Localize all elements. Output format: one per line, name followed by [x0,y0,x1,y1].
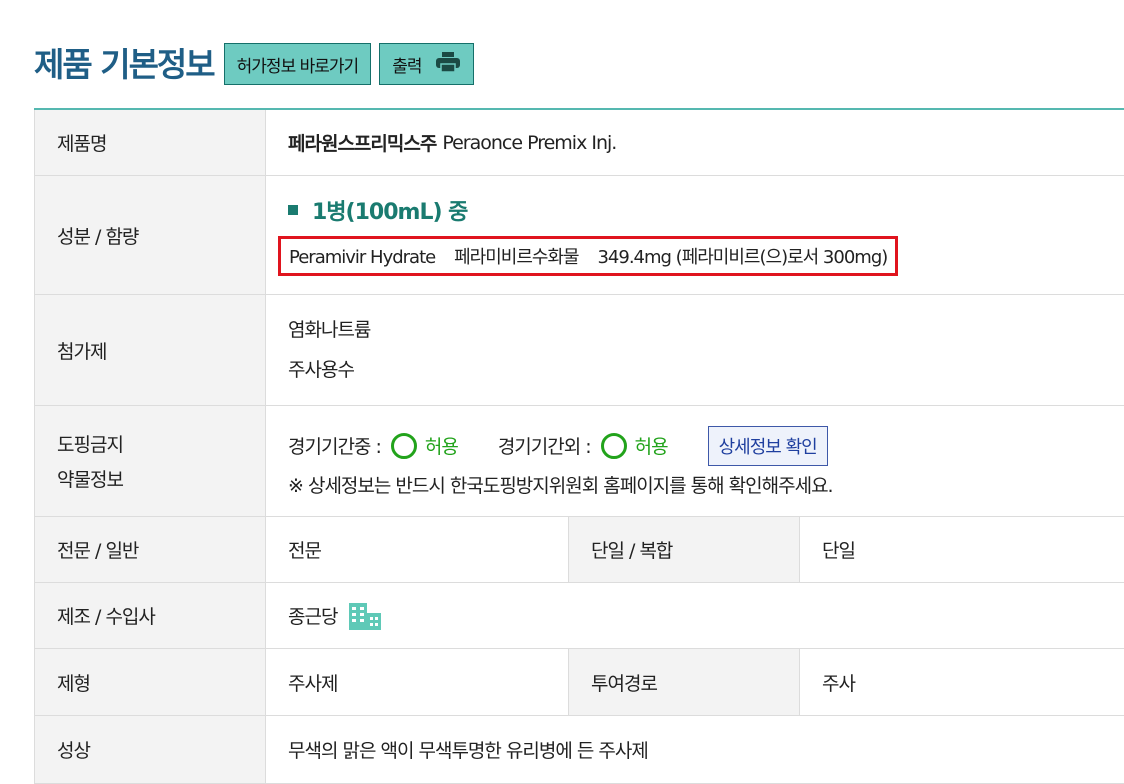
composition-label: 단일 / 복합 [568,517,800,582]
row-label: 제형 [34,649,266,715]
ingredient-cell: 1병(100mL) 중 Peramivir Hydrate 페라미비르수화물 3… [266,176,1124,294]
row-label: 첨가제 [34,295,266,405]
doping-detail-button[interactable]: 상세정보 확인 [707,425,828,466]
product-name-ko: 페라원스프리믹스주 [288,133,437,155]
additive-item: 주사용수 [288,359,355,381]
row-label: 제품명 [34,110,266,175]
doping-label-line2: 약물정보 [57,469,124,491]
table-row: 도핑금지 약물정보 경기기간중 : 허용 경기기간외 : 허용 상세정보 확인 … [34,406,1124,517]
table-row: 제형 주사제 투여경로 주사 [34,649,1124,716]
product-info-table: 제품명 페라원스프리믹스주 Peraonce Premix Inj. 성분 / … [34,108,1124,784]
ingredient-detail: Peramivir Hydrate 페라미비르수화물 349.4mg (페라미비… [278,236,899,276]
doping-status: 경기기간중 : 허용 경기기간외 : 허용 상세정보 확인 [288,425,828,467]
row-label: 성분 / 함량 [34,176,266,294]
table-row: 제품명 페라원스프리믹스주 Peraonce Premix Inj. [34,110,1124,176]
ingredient-unit-text: 1병(100mL) 중 [312,200,468,225]
building-icon[interactable] [347,601,383,631]
table-row: 제조 / 수입사 종근당 [34,583,1124,649]
additive-item: 염화나트륨 [288,319,371,341]
out-competition-status: 허용 [591,432,669,459]
permit-info-button[interactable]: 허가정보 바로가기 [223,43,372,85]
composition-value: 단일 [822,540,856,562]
table-row: 성분 / 함량 1병(100mL) 중 Peramivir Hydrate 페라… [34,176,1124,295]
ingredient-unit: 1병(100mL) 중 [288,194,468,226]
print-label: 출력 [392,56,422,77]
square-bullet-icon [288,205,298,215]
row-label: 성상 [34,716,266,783]
out-competition-label: 경기기간외 : [497,436,592,458]
doping-label-line1: 도핑금지 [57,434,124,456]
print-button[interactable]: 출력 [379,43,475,85]
row-label: 제조 / 수입사 [34,583,266,648]
printer-icon [435,51,461,78]
page-header: 제품 기본정보 허가정보 바로가기 출력 [34,36,482,88]
appearance-value: 무색의 맑은 액이 무색투명한 유리병에 든 주사제 [288,740,649,762]
category-value: 전문 [288,540,322,562]
in-competition-label: 경기기간중 : [288,436,382,458]
form-value: 주사제 [288,672,338,695]
additive-cell: 염화나트륨 주사용수 [266,295,1124,405]
allowed-circle-icon [600,432,627,459]
allowed-circle-icon [390,432,417,459]
product-name-en: Peraonce Premix Inj. [442,131,617,154]
in-competition-value: 허용 [424,436,459,458]
manufacturer-name[interactable]: 종근당 [288,602,338,629]
doping-note: ※ 상세정보는 반드시 한국도핑방지위원회 홈페이지를 통해 확인해주세요. [288,474,834,497]
in-competition-status: 허용 [381,432,459,459]
route-value: 주사 [822,672,856,695]
table-row: 전문 / 일반 전문 단일 / 복합 단일 [34,517,1124,583]
out-competition-value: 허용 [634,436,669,458]
route-label: 투여경로 [568,649,800,715]
table-row: 성상 무색의 맑은 액이 무색투명한 유리병에 든 주사제 [34,716,1124,784]
product-name: 페라원스프리믹스주 Peraonce Premix Inj. [266,110,1124,175]
manufacturer-cell: 종근당 [266,583,1124,648]
page-title: 제품 기본정보 [34,45,216,84]
row-label: 도핑금지 약물정보 [34,406,266,516]
row-label: 전문 / 일반 [34,517,266,582]
table-row: 첨가제 염화나트륨 주사용수 [34,295,1124,406]
doping-cell: 경기기간중 : 허용 경기기간외 : 허용 상세정보 확인 ※ 상세정보는 반드… [266,406,1124,516]
